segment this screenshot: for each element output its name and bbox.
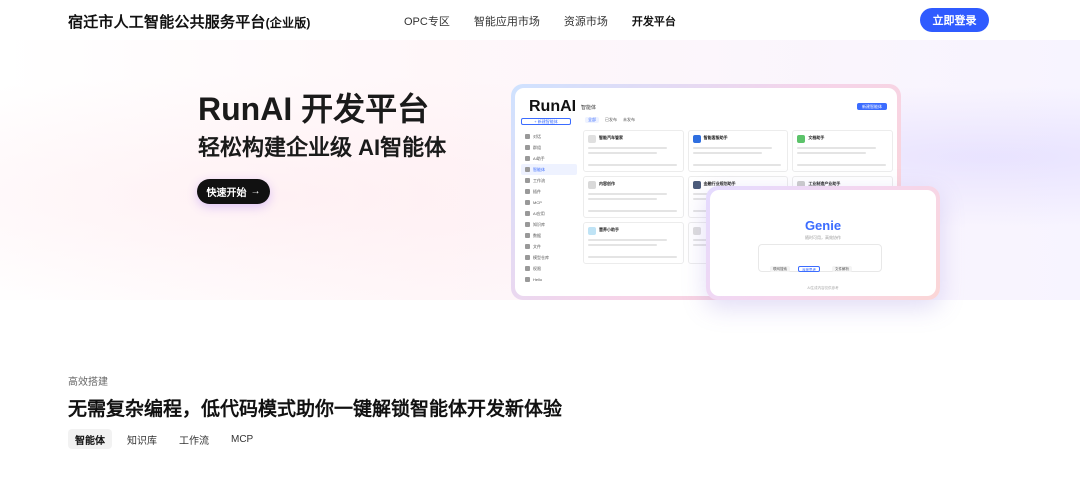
preview-card-icon — [588, 135, 596, 143]
preview-card: 内容创作 — [583, 176, 684, 218]
preview-sidebar-item: 权限 — [521, 263, 577, 274]
preview-sidebar-item: 知识库 — [521, 219, 577, 230]
preview-sidebar-icon — [525, 266, 530, 271]
preview-sidebar-item: 文件 — [521, 241, 577, 252]
preview-sidebar-item: 数据 — [521, 230, 577, 241]
preview-card: 智能汽车管家 — [583, 130, 684, 172]
brand-name: 宿迁市人工智能公共服务平台 — [68, 14, 266, 31]
preview-sidebar-item: 对话 — [521, 131, 577, 142]
preview-sidebar-icon — [525, 200, 530, 205]
genie-chip: 深度思考 — [798, 266, 820, 272]
preview-sidebar-item: Hello — [521, 274, 577, 285]
nav-item-opc[interactable]: OPC专区 — [404, 13, 450, 29]
preview-top-menu: 智能体 — [581, 105, 597, 111]
feature-tabs: 智能体 知识库 工作流 MCP — [68, 429, 260, 449]
preview-card-icon — [797, 135, 806, 143]
hero-subtitle: 轻松构建企业级 AI智能体 — [198, 135, 447, 160]
preview-sidebar-item: AI助手 — [521, 153, 577, 164]
quick-start-label: 快速开始 — [206, 188, 247, 199]
preview-sidebar-icon — [525, 222, 530, 227]
preview-sidebar-item: 工作流 — [521, 175, 577, 186]
preview-sidebar-icon — [525, 189, 530, 194]
genie-window: Genie 随时可用，高效协作 联网搜索 深度思考 文件解析 AI生成内容仅供参… — [710, 190, 936, 296]
nav-item-dev-platform[interactable]: 开发平台 — [632, 13, 676, 29]
genie-footer: AI生成内容仅供参考 — [807, 286, 839, 290]
preview-card-icon — [588, 227, 596, 235]
preview-sidebar-icon — [525, 167, 530, 172]
tab-workflow[interactable]: 工作流 — [172, 429, 216, 449]
section-eyebrow: 高效搭建 — [68, 377, 108, 388]
preview-card-name: 营养小助手 — [599, 227, 619, 232]
site-brand[interactable]: 宿迁市人工智能公共服务平台(企业版) — [68, 11, 311, 32]
preview-sidebar: + 新建智能体 对话 群组 AI助手 智能体 工作流 插件 MCP AI应用 知… — [521, 118, 577, 296]
preview-tabs: 全部 已发布 未发布 — [585, 117, 635, 123]
preview-sidebar-item: 群组 — [521, 142, 577, 153]
preview-card: 文档助手 — [792, 130, 893, 172]
preview-tab: 未发布 — [623, 117, 635, 122]
preview-new-agent-button: + 新建智能体 — [521, 118, 571, 125]
preview-sidebar-icon — [525, 134, 530, 139]
preview-tab: 已发布 — [605, 117, 617, 122]
preview-logo: RunAI — [529, 98, 577, 115]
preview-sidebar-icon — [525, 277, 530, 282]
preview-sidebar-icon — [525, 156, 530, 161]
genie-chip: 文件解析 — [832, 266, 852, 272]
tab-knowledge-base[interactable]: 知识库 — [120, 429, 164, 449]
preview-sidebar-icon — [525, 178, 530, 183]
preview-create-button: 新建智能体 — [857, 103, 887, 110]
preview-sidebar-item: 模型仓库 — [521, 252, 577, 263]
preview-sidebar-item: AI应用 — [521, 208, 577, 219]
preview-tab: 全部 — [585, 117, 599, 123]
preview-sidebar-icon — [525, 233, 530, 238]
tab-agent[interactable]: 智能体 — [68, 429, 112, 449]
preview-card-name: 内容创作 — [599, 181, 615, 186]
main-nav: OPC专区 智能应用市场 资源市场 开发平台 — [404, 13, 676, 29]
brand-suffix: (企业版) — [265, 16, 311, 30]
preview-card-icon — [588, 181, 596, 189]
login-button[interactable]: 立即登录 — [920, 8, 989, 32]
preview-sidebar-item: 插件 — [521, 186, 577, 197]
preview-card-name: 智能汽车管家 — [599, 135, 623, 140]
preview-sidebar-item: 智能体 — [521, 164, 577, 175]
preview-card: 营养小助手 — [583, 222, 684, 264]
genie-preview-image: Genie 随时可用，高效协作 联网搜索 深度思考 文件解析 AI生成内容仅供参… — [706, 186, 940, 300]
nav-item-resource-market[interactable]: 资源市场 — [564, 13, 608, 29]
preview-card-icon — [692, 135, 701, 143]
preview-sidebar-icon — [525, 145, 530, 150]
tab-mcp[interactable]: MCP — [224, 429, 260, 449]
preview-card-name: 文档助手 — [808, 135, 825, 140]
genie-subtitle: 随时可用，高效协作 — [805, 235, 841, 240]
preview-card-icon — [692, 181, 701, 189]
section-title: 无需复杂编程，低代码模式助你一键解锁智能体开发新体验 — [68, 399, 563, 420]
preview-card: 智能客服助手 — [687, 130, 789, 172]
quick-start-button[interactable]: 快速开始 → — [197, 179, 270, 204]
preview-sidebar-icon — [525, 255, 530, 260]
preview-card-name: 智能客服助手 — [703, 135, 728, 140]
preview-sidebar-icon — [525, 211, 530, 216]
top-nav-bar: 宿迁市人工智能公共服务平台(企业版) OPC专区 智能应用市场 资源市场 开发平… — [0, 0, 1080, 40]
nav-item-app-market[interactable]: 智能应用市场 — [474, 13, 540, 29]
preview-sidebar-icon — [525, 244, 530, 249]
hero-title: RunAI 开发平台 — [198, 91, 430, 127]
preview-card-icon — [692, 227, 701, 235]
preview-sidebar-item: MCP — [521, 197, 577, 208]
genie-chip: 联网搜索 — [770, 266, 790, 272]
genie-title: Genie — [804, 218, 842, 233]
arrow-right-icon: → — [250, 186, 261, 197]
